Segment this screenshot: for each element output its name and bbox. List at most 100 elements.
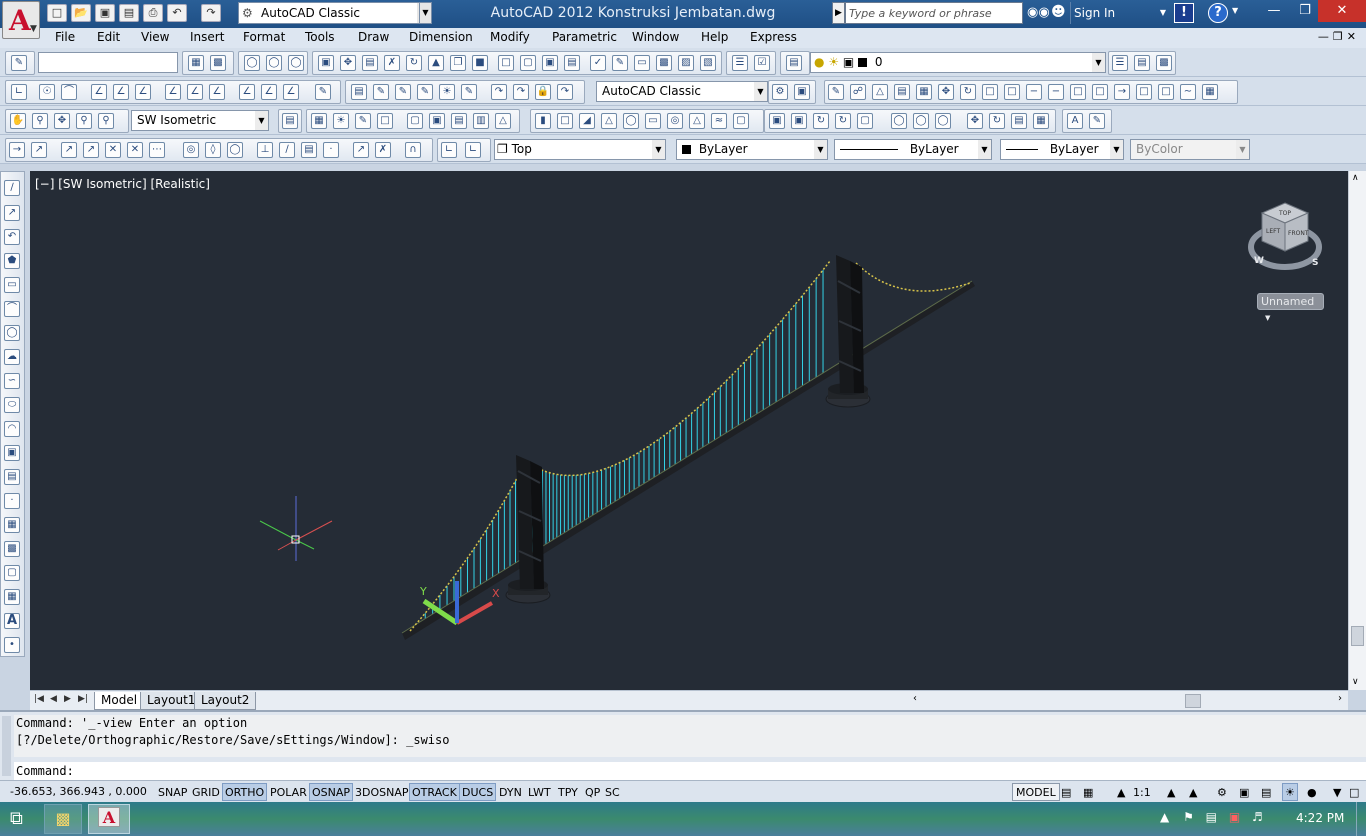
previous-tab-icon[interactable]: ◀ <box>50 694 57 704</box>
array-icon[interactable]: ▦ <box>916 84 932 100</box>
lock-layer-icon[interactable]: 🔒 <box>535 84 551 100</box>
extract-edges-icon[interactable]: ✎ <box>612 55 628 71</box>
tab-model[interactable]: Model <box>94 692 145 710</box>
trim-icon[interactable]: − <box>1026 84 1042 100</box>
unlock-layer-icon[interactable]: ↷ <box>557 84 573 100</box>
linetype-combo[interactable]: ByLayer ▼ <box>834 139 992 160</box>
extrude-faces-icon[interactable]: ▣ <box>318 55 334 71</box>
ordinate-dimension-icon[interactable]: ∠ <box>91 84 107 100</box>
orbit-icon[interactable]: ✥ <box>54 113 70 129</box>
menu-window[interactable]: Window <box>632 30 679 44</box>
model-space-button[interactable]: MODEL <box>1012 783 1060 801</box>
drawing-viewport[interactable]: Y X [−] [SW Isometric] [Realistic] TOP L… <box>30 171 1348 690</box>
network-icon[interactable]: ▤ <box>1206 810 1217 824</box>
layer-walk-icon[interactable]: ▤ <box>1134 55 1150 71</box>
blend-curves-icon[interactable]: ∼ <box>1180 84 1196 100</box>
slice-icon[interactable]: ▨ <box>678 55 694 71</box>
3d-rotate-icon[interactable]: ↻ <box>989 113 1005 129</box>
rotate-icon[interactable]: ↻ <box>960 84 976 100</box>
close-button[interactable]: ✕ <box>1318 0 1366 22</box>
region-draw-icon[interactable]: ▢ <box>4 565 20 581</box>
hardware-acceleration-icon[interactable]: ▤ <box>1258 783 1274 801</box>
tray-chevron-icon[interactable]: ▲ <box>1160 810 1169 824</box>
show-desktop-button[interactable] <box>1356 802 1366 836</box>
intersect-solid-icon[interactable]: ◯ <box>935 113 951 129</box>
polygon-icon[interactable]: ⬟ <box>4 253 20 269</box>
workspace-combo[interactable]: AutoCAD Classic ▼ <box>596 81 768 102</box>
realistic-icon[interactable]: ▥ <box>473 113 489 129</box>
explode-icon[interactable]: ▦ <box>1202 84 1218 100</box>
snap-insert-icon[interactable]: ▤ <box>301 142 317 158</box>
command-window-grip[interactable] <box>2 716 11 776</box>
menu-file[interactable]: File <box>55 30 75 44</box>
menu-format[interactable]: Format <box>243 30 285 44</box>
intersect-icon[interactable]: ◯ <box>288 55 304 71</box>
radius-dimension-icon[interactable]: ☉ <box>39 84 55 100</box>
delete-faces-icon[interactable]: ✗ <box>384 55 400 71</box>
spline-icon[interactable]: ∽ <box>4 373 20 389</box>
rectangle-icon[interactable]: ▭ <box>4 277 20 293</box>
cone-icon[interactable]: △ <box>601 113 617 129</box>
document-window-controls[interactable]: —❐✕ <box>1318 30 1360 43</box>
aligned-dimension-icon[interactable]: ∠ <box>113 84 129 100</box>
osnap-toggle[interactable]: OSNAP <box>309 783 354 801</box>
snap-apparent-intersect-icon[interactable]: ✕ <box>127 142 143 158</box>
menu-edit[interactable]: Edit <box>97 30 120 44</box>
quick-dimension-icon[interactable]: ∠ <box>187 84 203 100</box>
offset-icon[interactable]: ▤ <box>894 84 910 100</box>
conceptual-icon[interactable]: △ <box>495 113 511 129</box>
distance-icon[interactable]: ▤ <box>351 84 367 100</box>
user-icon[interactable]: ☻ <box>1051 4 1067 22</box>
ortho-toggle[interactable]: ORTHO <box>222 783 268 801</box>
move-icon[interactable]: ✥ <box>938 84 954 100</box>
text-icon[interactable]: A <box>1067 113 1083 129</box>
search-input[interactable]: Type a keyword or phrase <box>845 2 1023 24</box>
snap-quadrant-icon[interactable]: ◊ <box>205 142 221 158</box>
wipeout-icon[interactable]: ↷ <box>491 84 507 100</box>
sphere-icon[interactable]: ◯ <box>623 113 639 129</box>
check-icon[interactable]: ✓ <box>590 55 606 71</box>
action-center-flag-icon[interactable]: ⚑ <box>1183 810 1194 824</box>
linear-dimension-icon[interactable]: ∟ <box>11 84 27 100</box>
copy-faces-icon[interactable]: ❐ <box>450 55 466 71</box>
make-block-icon[interactable]: ▤ <box>4 469 20 485</box>
search-expand-button[interactable]: ▶ <box>832 2 845 24</box>
multiline-text-icon[interactable]: A <box>4 613 20 629</box>
interfere-icon[interactable]: ▧ <box>700 55 716 71</box>
tab-layout2[interactable]: Layout2 <box>194 692 257 710</box>
vertical-scrollbar[interactable]: ∧ ∨ <box>1348 171 1366 690</box>
break-at-point-icon[interactable]: □ <box>1070 84 1086 100</box>
circle-icon[interactable]: ◯ <box>4 325 20 341</box>
menu-express[interactable]: Express <box>750 30 797 44</box>
scroll-right-icon[interactable]: › <box>1338 693 1342 704</box>
id-point-icon[interactable]: ✎ <box>461 84 477 100</box>
sweep-icon[interactable]: ↻ <box>813 113 829 129</box>
separate-icon[interactable]: ▣ <box>542 55 558 71</box>
scrollbar-thumb[interactable] <box>1185 694 1201 708</box>
area-icon[interactable]: ✎ <box>373 84 389 100</box>
arc-icon[interactable]: ⌒ <box>4 301 20 317</box>
baseline-icon[interactable]: ∠ <box>209 84 225 100</box>
break-icon[interactable]: □ <box>1092 84 1108 100</box>
subtract-solid-icon[interactable]: ◯ <box>913 113 929 129</box>
planar-surface-icon[interactable]: ▢ <box>733 113 749 129</box>
qp-toggle[interactable]: QP <box>582 783 603 801</box>
ucs-combo[interactable]: ❐ Top ▼ <box>494 139 666 160</box>
auto-scale-icon[interactable]: ▲ <box>1186 783 1200 801</box>
layer-match-icon[interactable]: ▩ <box>1156 55 1172 71</box>
annotation-scale-icon[interactable]: ▲ <box>1114 783 1128 801</box>
named-ucs-menu[interactable]: Unnamed ▼ <box>1257 293 1324 322</box>
osnap-settings-icon[interactable]: ∩ <box>405 142 421 158</box>
presspull-icon[interactable]: ▣ <box>791 113 807 129</box>
torus-icon[interactable]: ◎ <box>667 113 683 129</box>
ducs-toggle[interactable]: DUCS <box>459 783 497 801</box>
cylinder-icon[interactable]: ▭ <box>645 113 661 129</box>
autocad-taskbar-icon[interactable]: A <box>88 804 130 834</box>
layer-combo[interactable]: ● ☀ ▣ 0 ▼ <box>810 52 1106 73</box>
last-tab-icon[interactable]: ▶| <box>78 694 88 704</box>
horizontal-scrollbar[interactable]: ‹ › <box>910 693 1348 709</box>
mirror-icon[interactable]: △ <box>872 84 888 100</box>
visual-styles-icon[interactable]: ▢ <box>407 113 423 129</box>
view-combo[interactable]: SW Isometric ▼ <box>131 110 269 131</box>
clean-screen-icon[interactable]: □ <box>1346 783 1362 801</box>
